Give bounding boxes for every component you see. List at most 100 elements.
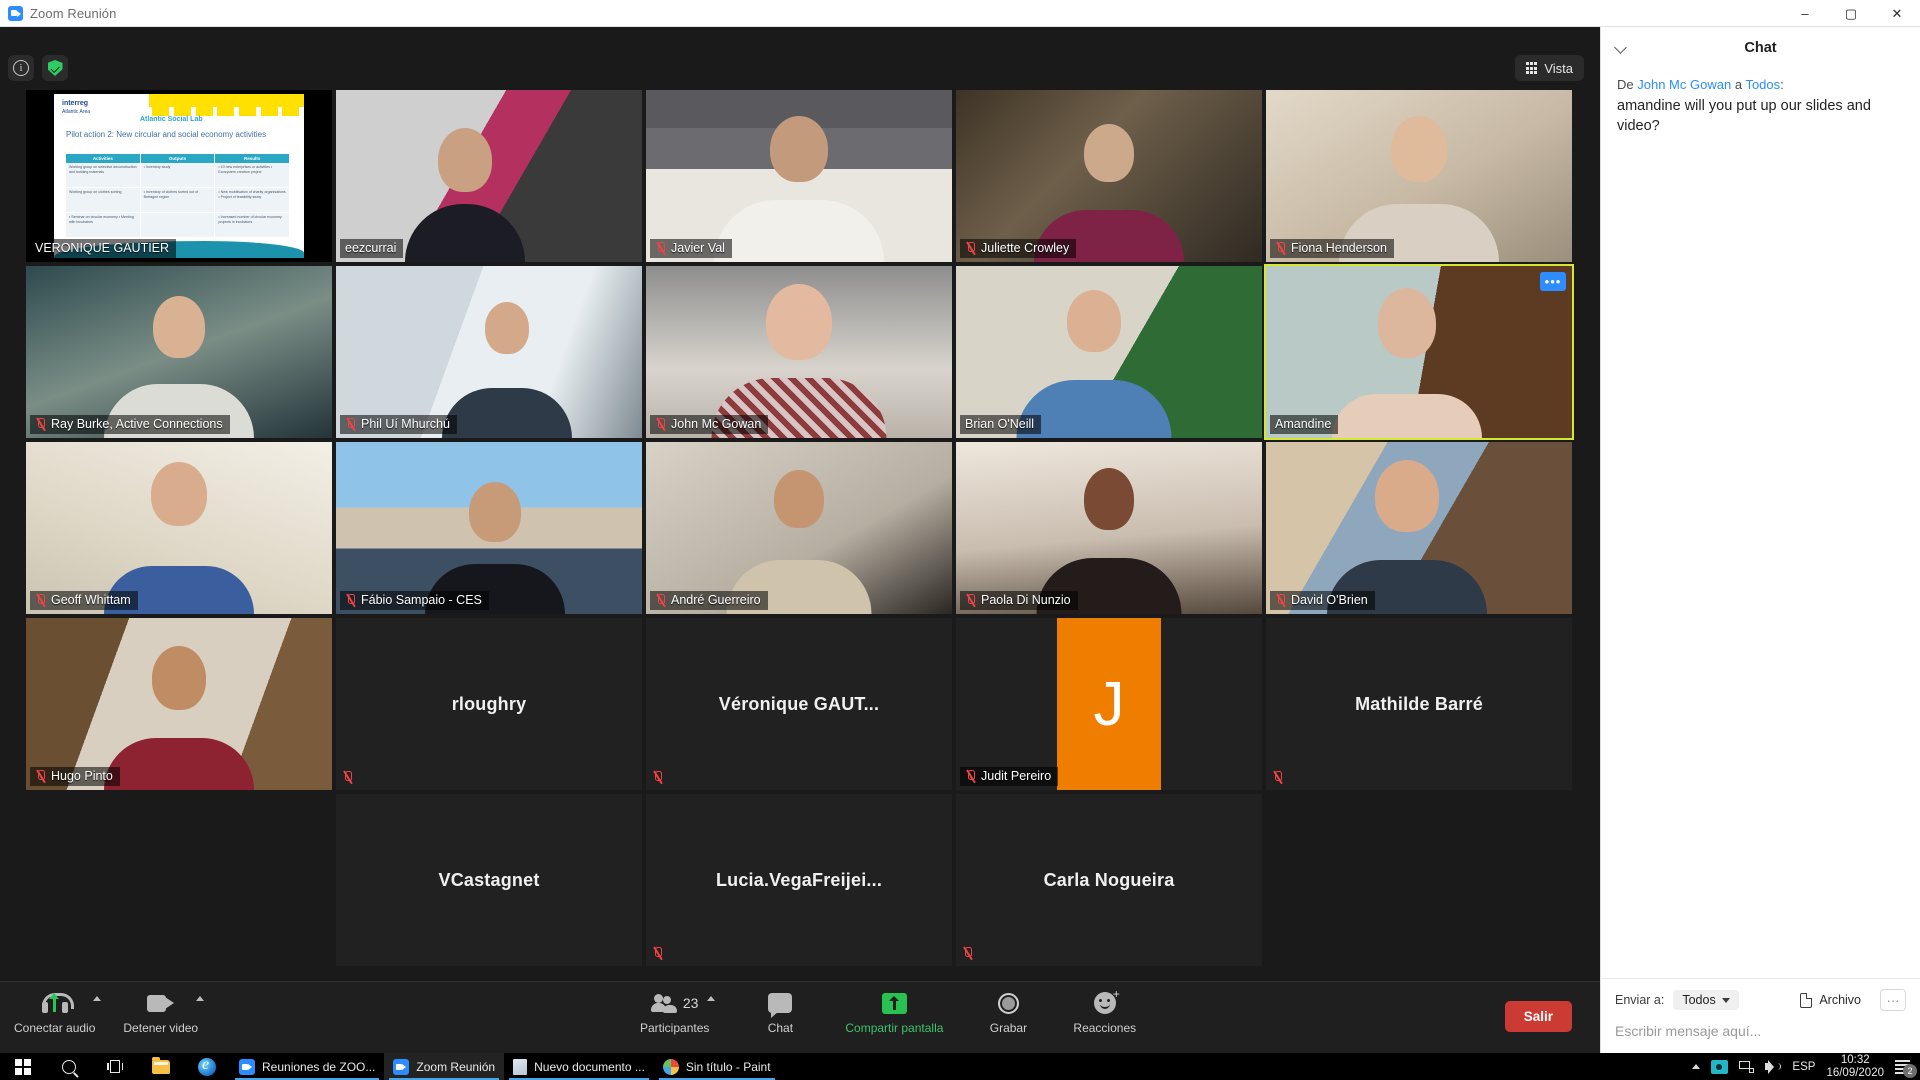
mic-muted-icon (1272, 770, 1283, 784)
meeting-info-button[interactable]: i (8, 55, 34, 81)
mic-muted-icon (1275, 593, 1286, 607)
mic-muted-icon (962, 946, 973, 960)
taskbar-app-zoom-reunion[interactable]: Zoom Reunión (384, 1053, 505, 1080)
participant-tile-hugo-pinto[interactable]: Hugo Pinto (26, 618, 332, 790)
chat-label: Chat (767, 1021, 794, 1035)
search-button[interactable] (46, 1053, 92, 1080)
view-button[interactable]: Vista (1514, 55, 1584, 81)
people-icon: 23 (650, 990, 698, 1016)
share-screen-label: Compartir pantalla (845, 1021, 944, 1035)
zoom-icon (239, 1058, 255, 1075)
video-grid: interreg Atlantic Area Atlantic Social L… (26, 90, 1574, 966)
chat-more-options-button[interactable]: ··· (1880, 989, 1906, 1011)
language-indicator[interactable]: ESP (1792, 1061, 1815, 1073)
clock[interactable]: 10:32 16/09/2020 (1826, 1054, 1884, 1080)
task-view-button[interactable] (92, 1053, 138, 1080)
participant-tile-lucia-vegafreijei[interactable]: Lucia.VegaFreijei... (646, 794, 952, 966)
participant-tile-eezcurrai[interactable]: eezcurrai (336, 90, 642, 262)
zoom-icon (393, 1058, 410, 1075)
volume-icon[interactable] (1765, 1059, 1782, 1074)
start-button[interactable] (0, 1053, 46, 1080)
participant-tile-paola-di-nunzio[interactable]: Paola Di Nunzio (956, 442, 1262, 614)
chat-panel: Chat De John Mc Gowan a Todos: amandine … (1600, 27, 1920, 1053)
avatar: J (1057, 618, 1161, 790)
mic-muted-icon (965, 593, 976, 607)
chat-input[interactable]: Escribir mensaje aquí... (1615, 1023, 1906, 1039)
record-circle-icon (997, 990, 1019, 1016)
close-button[interactable]: ✕ (1874, 0, 1920, 27)
record-button[interactable]: Grabar (977, 982, 1039, 1035)
participant-name: Ray Burke, Active Connections (51, 417, 223, 431)
participant-tile-carla-nogueira[interactable]: Carla Nogueira (956, 794, 1262, 966)
chat-recipient[interactable]: Todos (1745, 77, 1780, 92)
chat-panel-header: Chat (1601, 27, 1920, 69)
participant-tile-vcastagnet[interactable]: VCastagnet (336, 794, 642, 966)
slide-cell: • Inventory of clothes sorted out of Bre… (141, 188, 216, 212)
chevron-down-icon[interactable] (1615, 41, 1628, 54)
participants-button[interactable]: 23 Participantes (640, 982, 709, 1035)
taskbar-app-paint[interactable]: Sin título - Paint (654, 1053, 780, 1080)
chevron-up-icon[interactable] (1692, 1064, 1701, 1069)
participant-tile-veronique-gautier[interactable]: interreg Atlantic Area Atlantic Social L… (26, 90, 332, 262)
participant-tile-ray-burke[interactable]: Ray Burke, Active Connections (26, 266, 332, 438)
participant-tile-judit-pereiro[interactable]: J Judit Pereiro (956, 618, 1262, 790)
participant-tile-juliette-crowley[interactable]: Juliette Crowley (956, 90, 1262, 262)
stop-video-button[interactable]: Detener video (123, 982, 198, 1035)
participant-tile-andre-guerreiro[interactable]: André Guerreiro (646, 442, 952, 614)
meeting-toolbar: Conectar audio Detener video 23 Particip… (0, 981, 1600, 1053)
chat-button[interactable]: Chat (749, 982, 811, 1035)
webcam-feed (26, 266, 332, 438)
reactions-button[interactable]: + Reacciones (1073, 982, 1136, 1035)
video-grid-row: Ray Burke, Active Connections Phil Uí Mh… (26, 264, 1574, 440)
participant-more-options-button[interactable]: ••• (1540, 272, 1566, 291)
participant-name-tag: Brian O'Neill (960, 415, 1042, 434)
participant-tile-rloughry[interactable]: rloughry (336, 618, 642, 790)
participant-tile-mathilde-barre[interactable]: Mathilde Barré (1266, 618, 1572, 790)
participant-tile-veronique-gaut[interactable]: Véronique GAUT... (646, 618, 952, 790)
slide-cell: • 10 new enterprises or activities • Eco… (215, 163, 291, 187)
slide-col-results: Results (215, 154, 291, 163)
participant-tile-fabio-sampaio[interactable]: Fábio Sampaio - CES (336, 442, 642, 614)
participant-tile-brian-oneill[interactable]: Brian O'Neill (956, 266, 1262, 438)
leave-meeting-button[interactable]: Salir (1504, 1001, 1572, 1032)
chat-sender-name[interactable]: John Mc Gowan (1637, 77, 1731, 92)
stop-video-label: Detener video (123, 1021, 199, 1035)
send-to-dropdown[interactable]: Todos (1673, 990, 1739, 1010)
minimize-button[interactable]: – (1782, 0, 1828, 27)
share-screen-button[interactable]: Compartir pantalla (845, 982, 943, 1035)
send-file-button[interactable]: Archivo (1800, 992, 1861, 1008)
video-options-chevron-up-icon[interactable] (196, 996, 205, 1001)
internet-explorer-button[interactable] (184, 1053, 230, 1080)
participant-tile-amandine[interactable]: ••• Amandine (1264, 264, 1574, 440)
participant-name: Javier Val (671, 241, 725, 255)
slide-title: Pilot action 2: New circular and social … (66, 130, 267, 139)
file-explorer-button[interactable] (138, 1053, 184, 1080)
file-explorer-icon (152, 1056, 170, 1074)
webcam-feed (336, 266, 642, 438)
taskbar-app-nuevo-documento[interactable]: Nuevo documento ... (504, 1053, 654, 1080)
network-icon[interactable] (1739, 1060, 1755, 1073)
mic-muted-icon (652, 770, 663, 784)
taskbar-app-reuniones-zoom[interactable]: Reuniones de ZOO... (230, 1053, 384, 1080)
chat-message-body: amandine will you put up our slides and … (1617, 98, 1871, 134)
participant-tile-fiona-henderson[interactable]: Fiona Henderson (1266, 90, 1572, 262)
window-title: Zoom Reunión (30, 5, 117, 21)
webcam-feed (26, 618, 332, 790)
encryption-status-button[interactable] (42, 55, 68, 81)
participant-tile-geoff-whittam[interactable]: Geoff Whittam (26, 442, 332, 614)
audio-options-chevron-up-icon[interactable] (93, 996, 102, 1001)
connect-audio-button[interactable]: Conectar audio (14, 982, 95, 1035)
maximize-button[interactable]: ▢ (1828, 0, 1874, 27)
participant-tile-phil-ui-mhurchu[interactable]: Phil Uí Mhurchú (336, 266, 642, 438)
slide-cell: • Seminar on circular economy • Meeting … (66, 213, 141, 237)
participant-name-tag: Javier Val (650, 239, 732, 258)
participant-tile-javier-val[interactable]: Javier Val (646, 90, 952, 262)
participant-tile-david-obrien[interactable]: David O'Brien (1266, 442, 1572, 614)
video-grid-row: Geoff Whittam Fábio Sampaio - CES André … (26, 442, 1574, 614)
action-center-icon[interactable]: 2 (1895, 1059, 1917, 1078)
send-to-value: Todos (1682, 993, 1716, 1007)
eye-icon[interactable] (1711, 1059, 1729, 1074)
participants-options-chevron-up-icon[interactable] (707, 996, 716, 1001)
participant-tile-john-mc-gowan[interactable]: John Mc Gowan (646, 266, 952, 438)
meeting-topbar: i Vista (0, 27, 1600, 90)
